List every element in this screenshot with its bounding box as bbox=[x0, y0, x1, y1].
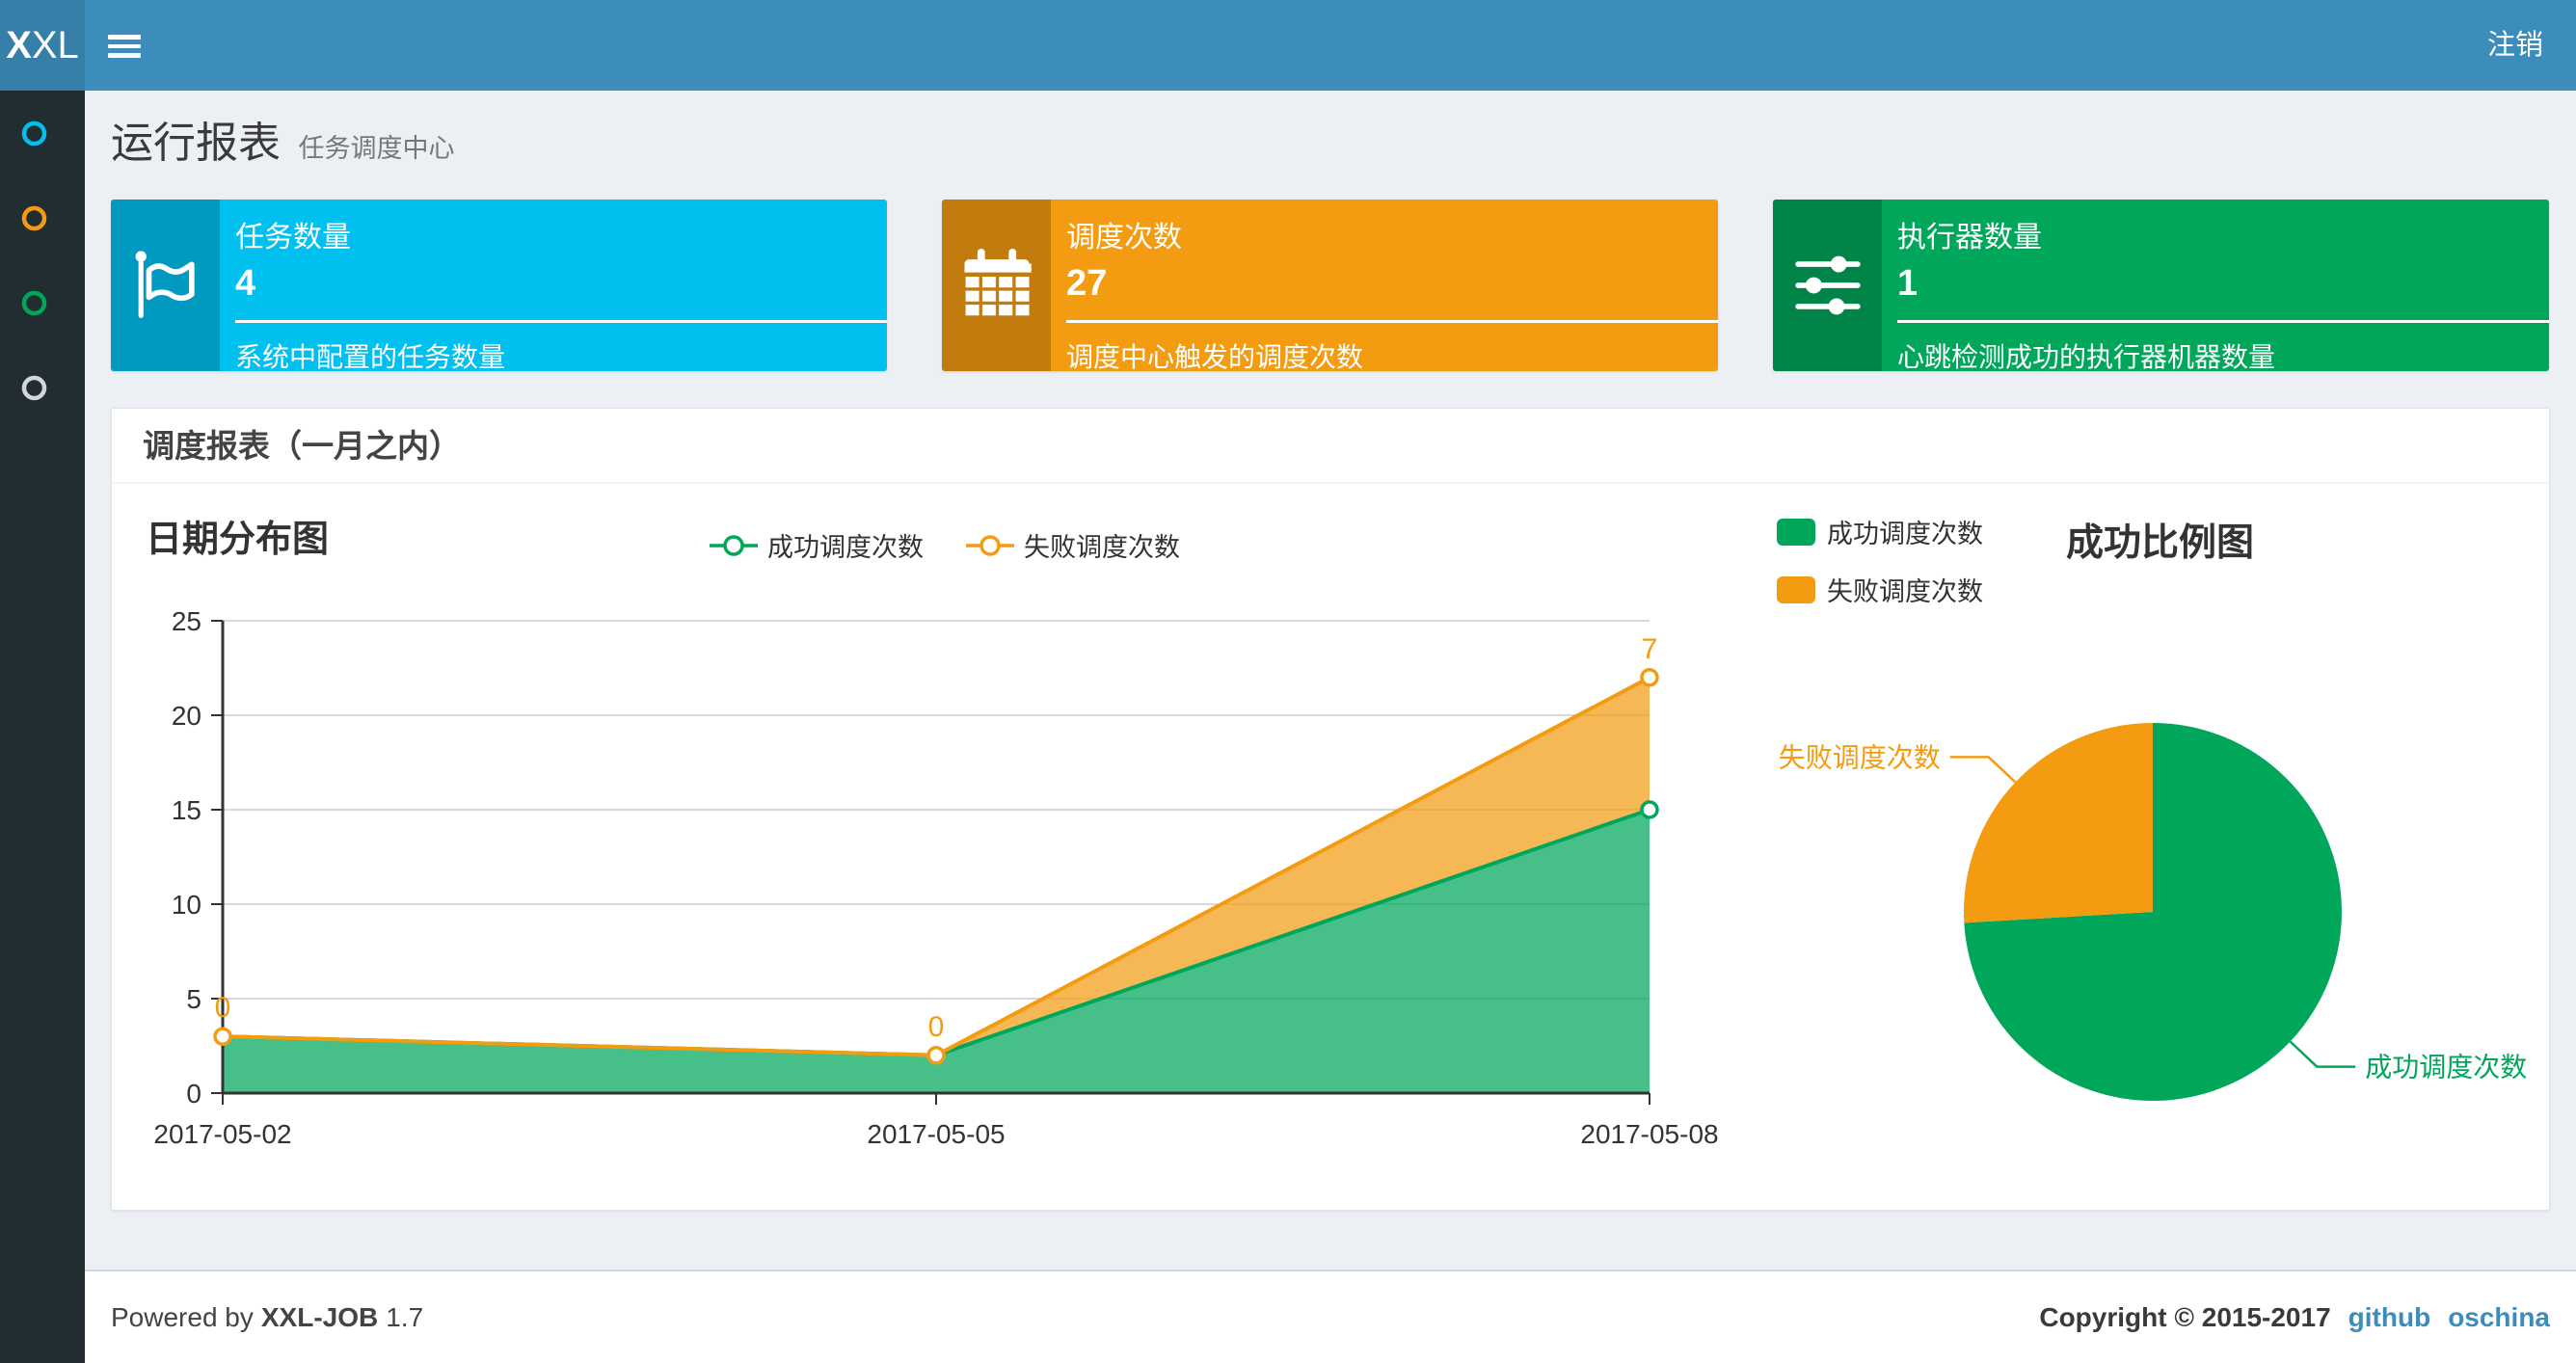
success-point bbox=[1640, 800, 1659, 819]
fail-point bbox=[213, 1027, 232, 1046]
hamburger-icon bbox=[108, 35, 141, 40]
pie-label-line bbox=[2289, 1040, 2356, 1068]
info-box-title: 执行器数量 bbox=[1897, 222, 2042, 254]
info-box-title: 调度次数 bbox=[1066, 222, 1182, 254]
y-tick-label: 15 bbox=[172, 795, 201, 825]
info-box-title: 任务数量 bbox=[235, 222, 351, 254]
sidebar-item-3[interactable] bbox=[0, 260, 85, 345]
sidebar-item-1[interactable] bbox=[0, 91, 85, 175]
info-box-triggers: 调度次数 27 调度中心触发的调度次数 bbox=[942, 200, 1718, 372]
y-tick-label: 10 bbox=[172, 890, 201, 920]
copyright-text: Copyright © 2015-2017 bbox=[2039, 1301, 2331, 1332]
info-box-divider bbox=[235, 320, 887, 323]
info-box-divider bbox=[1897, 320, 2549, 323]
legend-line-marker-icon bbox=[710, 534, 758, 556]
legend-label: 失败调度次数 bbox=[1827, 577, 1983, 606]
logout-button[interactable]: 注销 bbox=[2455, 0, 2576, 91]
report-panel: 调度报表（一月之内） 日期分布图 成功调度次数 失败调度次数 0 5 10 15 20 2… bbox=[111, 408, 2550, 1211]
sliders-icon bbox=[1794, 255, 1861, 315]
sidebar-menu bbox=[0, 91, 85, 1363]
success-ratio-chart[interactable]: 成功调度次数 失败调度次数 bbox=[1765, 618, 2556, 1196]
point-label: 0 bbox=[928, 1011, 945, 1043]
legend-swatch-icon bbox=[1777, 518, 1815, 546]
flag-icon bbox=[135, 251, 195, 319]
legend-label: 失败调度次数 bbox=[1024, 533, 1180, 562]
x-tick-label: 2017-05-02 bbox=[153, 1119, 291, 1149]
footer: Powered by XXL-JOB 1.7 Copyright © 2015-20… bbox=[85, 1269, 2576, 1363]
legend-swatch-icon bbox=[1777, 575, 1815, 603]
pie-chart-title: 成功比例图 bbox=[2066, 522, 2255, 564]
y-tick-label: 20 bbox=[172, 701, 201, 731]
top-navbar: X XL 注销 bbox=[0, 0, 2576, 91]
legend-label: 成功调度次数 bbox=[1827, 520, 1983, 548]
x-tick-label: 2017-05-08 bbox=[1580, 1119, 1718, 1149]
pie-legend-item-fail[interactable]: 失败调度次数 bbox=[1777, 571, 1983, 608]
info-box-executors: 执行器数量 1 心跳检测成功的执行器机器数量 bbox=[1773, 200, 2549, 372]
powered-by-text: Powered by XXL-JOB 1.7 bbox=[111, 1301, 424, 1332]
page-subtitle: 任务调度中心 bbox=[298, 134, 455, 163]
y-tick-label: 5 bbox=[186, 984, 201, 1014]
info-box-value: 27 bbox=[1066, 263, 1108, 304]
product-version: 1.7 bbox=[386, 1301, 424, 1332]
sidebar-item-2[interactable] bbox=[0, 175, 85, 260]
pie-slice-1 bbox=[1964, 723, 2153, 923]
calendar-icon bbox=[963, 249, 1032, 316]
pie-label: 成功调度次数 bbox=[2365, 1053, 2527, 1082]
legend-item-fail[interactable]: 失败调度次数 bbox=[966, 526, 1180, 564]
info-box-row: 任务数量 4 系统中配置的任务数量 调度次数 27 调度中心触发的调度次数 执行… bbox=[111, 200, 2549, 372]
fail-point bbox=[926, 1046, 946, 1065]
line-chart-legend: 成功调度次数 失败调度次数 bbox=[710, 526, 1180, 564]
info-box-description: 调度中心触发的调度次数 bbox=[1066, 342, 1364, 372]
pie-legend-item-success[interactable]: 成功调度次数 bbox=[1777, 513, 1983, 550]
info-box-description: 系统中配置的任务数量 bbox=[235, 342, 506, 372]
info-box-jobs: 任务数量 4 系统中配置的任务数量 bbox=[111, 200, 887, 372]
pie-chart-legend: 成功调度次数 失败调度次数 bbox=[1777, 513, 1983, 608]
info-box-value: 1 bbox=[1897, 263, 1919, 304]
product-name: XXL-JOB bbox=[260, 1301, 379, 1332]
point-label: 7 bbox=[1642, 633, 1658, 665]
legend-label: 成功调度次数 bbox=[767, 533, 924, 562]
info-box-divider bbox=[1066, 320, 1718, 323]
pie-label-line bbox=[1949, 756, 2017, 784]
logo-text-light: XL bbox=[31, 23, 79, 67]
legend-line-marker-icon bbox=[966, 534, 1014, 556]
date-distribution-chart[interactable]: 05101520252017-05-02 2017-05-05 2017-05-08… bbox=[126, 599, 1765, 1177]
y-tick-label: 0 bbox=[186, 1079, 201, 1109]
github-link[interactable]: github bbox=[2348, 1302, 2431, 1333]
panel-title: 调度报表（一月之内） bbox=[143, 428, 461, 464]
logo-text-bold: X bbox=[6, 23, 32, 67]
sidebar-toggle-button[interactable] bbox=[108, 29, 147, 64]
circle-outline-icon bbox=[21, 120, 47, 146]
info-box-description: 心跳检测成功的执行器机器数量 bbox=[1897, 342, 2276, 372]
fail-point bbox=[1640, 668, 1659, 687]
page-header: 运行报表 任务调度中心 bbox=[111, 108, 454, 170]
page-title: 运行报表 bbox=[111, 120, 281, 167]
circle-outline-icon bbox=[21, 290, 47, 315]
app-logo[interactable]: X XL bbox=[0, 0, 85, 91]
y-tick-label: 25 bbox=[172, 606, 201, 636]
line-chart-title: 日期分布图 bbox=[146, 520, 330, 560]
sidebar-item-4[interactable] bbox=[0, 345, 85, 430]
info-box-value: 4 bbox=[235, 263, 256, 304]
circle-outline-icon bbox=[21, 375, 47, 400]
legend-item-success[interactable]: 成功调度次数 bbox=[710, 526, 924, 564]
point-label: 0 bbox=[215, 992, 231, 1024]
pie-label: 失败调度次数 bbox=[1779, 742, 1941, 772]
oschina-link[interactable]: oschina bbox=[2448, 1302, 2550, 1333]
circle-outline-icon bbox=[21, 205, 47, 230]
x-tick-label: 2017-05-05 bbox=[867, 1119, 1005, 1149]
xxl-job-dashboard: X XL 注销 运行报表 任务调度中心 任务数量 4 系统中配置的任务数量 调度… bbox=[0, 0, 2576, 1363]
